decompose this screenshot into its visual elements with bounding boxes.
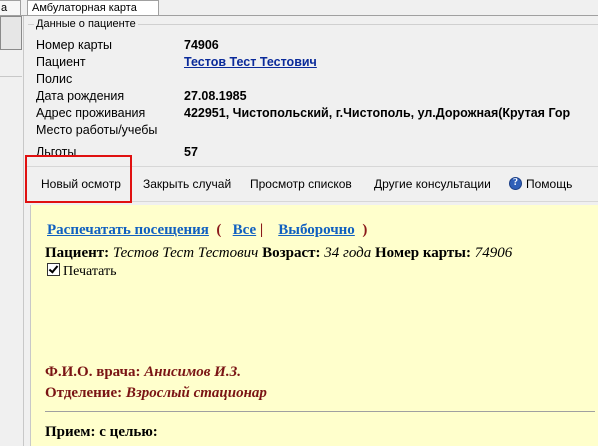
doctor-name: Анисимов И.З. [144,364,241,380]
doctor-label: Ф.И.О. врача: [45,364,141,380]
close-case-button[interactable]: Закрыть случай [143,177,231,191]
patient-name-link[interactable]: Тестов Тест Тестович [184,55,317,69]
help-button[interactable]: Помощь [526,177,572,191]
age-label: Возраст: [262,245,321,261]
patient-summary: Пациент: Тестов Тест Тестович Возраст: 3… [45,245,512,262]
patient-data-title: Данные о пациенте [34,18,138,30]
department-name: Взрослый стационар [125,385,267,401]
patient-label: Пациент [36,55,86,69]
view-lists-button[interactable]: Просмотр списков [250,177,352,191]
content-divider [45,411,595,412]
paren-open: ( [216,222,222,238]
help-icon[interactable]: ? [509,177,522,190]
doctor-line: Ф.И.О. врача: Анисимов И.З. [45,364,241,381]
card-label: Номер карты: [374,245,471,261]
work-label: Место работы/учебы [36,123,158,137]
card-number-value: 74906 [184,38,219,52]
card-number-label: Номер карты [36,38,113,52]
print-visits-link[interactable]: Распечатать посещения [47,222,209,238]
print-links-row: Распечатать посещения ( Все | Выборочно … [47,222,367,239]
tab-underline [0,15,598,16]
birth-date-value: 27.08.1985 [184,89,247,103]
tab-ambulatory-card[interactable]: Амбулаторная карта [27,0,159,15]
print-checkbox-label: Печатать [63,264,117,279]
policy-label: Полис [36,72,73,86]
benefits-value: 57 [184,145,198,159]
department-line: Отделение: Взрослый стационар [45,385,267,402]
paren-close: ) [362,222,368,238]
print-checkbox[interactable] [47,263,60,276]
tab-bar: a Амбулаторная карта [0,0,598,16]
address-value: 422951, Чистопольский, г.Чистополь, ул.Д… [184,106,571,120]
age-value: 34 года [324,245,372,261]
patient-summary-label: Пациент: [45,245,110,261]
address-label: Адрес проживания [36,106,146,120]
reception-purpose: Прием: с целью: [45,424,158,440]
all-link[interactable]: Все [233,222,257,238]
department-label: Отделение: [45,385,123,401]
left-sidebar [0,16,24,446]
visit-content-panel: Распечатать посещения ( Все | Выборочно … [30,205,598,446]
pipe-separator: | [259,222,264,238]
print-option[interactable]: Печатать [47,263,117,280]
sidebar-button[interactable] [0,16,22,50]
highlight-box [25,155,132,203]
selective-link[interactable]: Выборочно [278,222,355,238]
other-consultations-button[interactable]: Другие консультации [374,177,491,191]
sidebar-divider [0,76,22,77]
patient-summary-name: Тестов Тест Тестович [112,245,259,261]
card-value: 74906 [474,245,513,261]
tab-left[interactable]: a [0,0,21,15]
birth-date-label: Дата рождения [36,89,125,103]
